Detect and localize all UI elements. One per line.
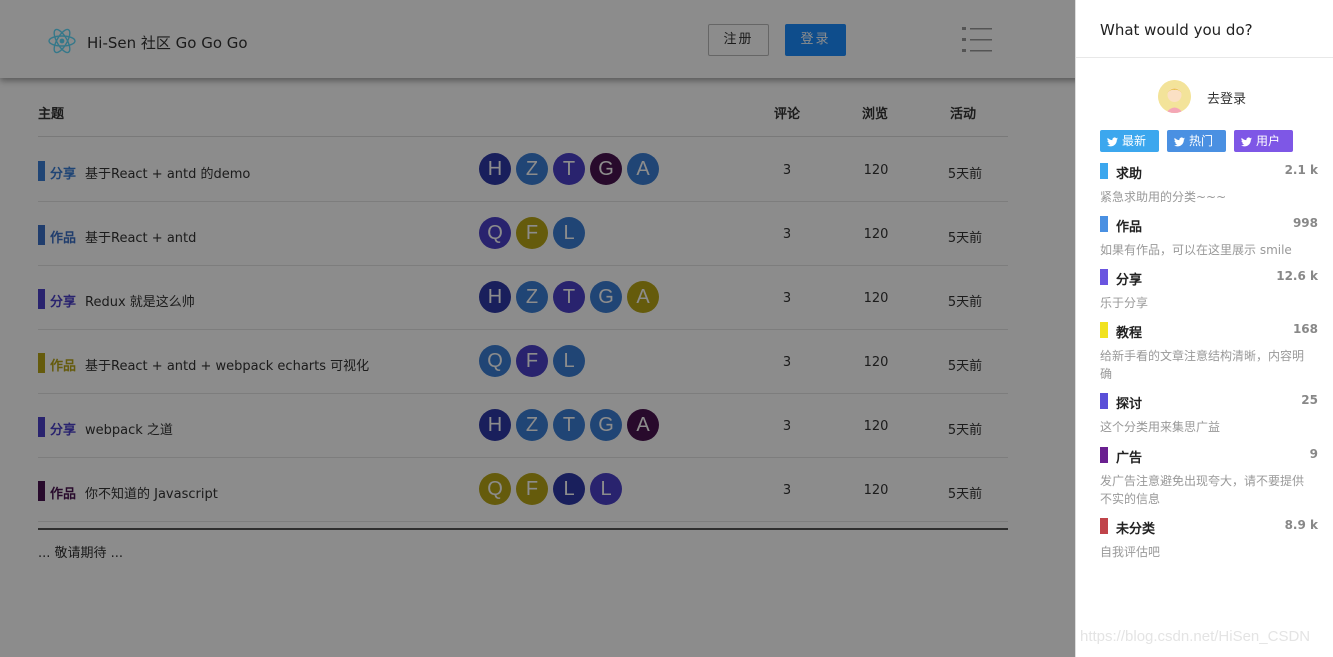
go-login-link[interactable]: 去登录: [1207, 88, 1246, 107]
category-description: 如果有作品，可以在这里展示 smile: [1100, 243, 1292, 257]
category-item[interactable]: 作品 998 如果有作品，可以在这里展示 smile: [1100, 216, 1318, 259]
category-description: 给新手看的文章注意结构清晰，内容明确: [1100, 349, 1305, 381]
category-name[interactable]: 求助: [1116, 163, 1142, 182]
drawer-mask[interactable]: [0, 0, 1075, 657]
category-name[interactable]: 广告: [1116, 447, 1142, 466]
category-color-bar: [1100, 393, 1108, 409]
category-color-bar: [1100, 269, 1108, 285]
category-name[interactable]: 分享: [1116, 269, 1142, 288]
hot-button[interactable]: 热门: [1167, 130, 1226, 152]
side-drawer: What would you do? 去登录 最新 热门 用户 求助 2.1 k 紧…: [1075, 0, 1333, 657]
drawer-title: What would you do?: [1100, 21, 1253, 39]
category-count: 168: [1292, 322, 1318, 336]
category-item[interactable]: 未分类 8.9 k 自我评估吧: [1100, 518, 1318, 561]
category-description: 这个分类用来集思广益: [1100, 420, 1221, 434]
category-name[interactable]: 未分类: [1116, 518, 1155, 537]
category-item[interactable]: 探讨 25 这个分类用来集思广益: [1100, 393, 1318, 436]
category-color-bar: [1100, 518, 1108, 534]
category-color-bar: [1100, 163, 1108, 179]
users-label: 用户: [1256, 134, 1281, 148]
category-description: 乐于分享: [1100, 296, 1149, 310]
category-description: 紧急求助用的分类~~~: [1100, 190, 1227, 204]
category-color-bar: [1100, 447, 1108, 463]
category-name[interactable]: 探讨: [1116, 393, 1142, 412]
user-avatar-icon: [1158, 80, 1191, 113]
category-count: 998: [1292, 216, 1318, 230]
category-item[interactable]: 教程 168 给新手看的文章注意结构清晰，内容明确: [1100, 322, 1318, 383]
latest-button[interactable]: 最新: [1100, 130, 1159, 152]
category-description: 自我评估吧: [1100, 545, 1161, 559]
twitter-icon: [1107, 137, 1118, 147]
latest-label: 最新: [1122, 134, 1147, 148]
category-item[interactable]: 求助 2.1 k 紧急求助用的分类~~~: [1100, 163, 1318, 206]
category-description: 发广告注意避免出现夸大，请不要提供不实的信息: [1100, 474, 1305, 506]
hot-label: 热门: [1189, 134, 1214, 148]
category-count: 2.1 k: [1284, 163, 1318, 177]
twitter-icon: [1241, 137, 1252, 147]
category-count: 8.9 k: [1284, 518, 1318, 532]
category-item[interactable]: 分享 12.6 k 乐于分享: [1100, 269, 1318, 312]
category-count: 12.6 k: [1276, 269, 1318, 283]
category-color-bar: [1100, 216, 1108, 232]
twitter-icon: [1174, 137, 1185, 147]
category-color-bar: [1100, 322, 1108, 338]
avatar[interactable]: [1158, 80, 1191, 113]
category-name[interactable]: 作品: [1116, 216, 1142, 235]
category-name[interactable]: 教程: [1116, 322, 1142, 341]
category-item[interactable]: 广告 9 发广告注意避免出现夸大，请不要提供不实的信息: [1100, 447, 1318, 508]
category-count: 25: [1301, 393, 1318, 407]
category-count: 9: [1309, 447, 1318, 461]
watermark-text: https://blog.csdn.net/HiSen_CSDN: [1080, 628, 1311, 645]
users-button[interactable]: 用户: [1234, 130, 1293, 152]
drawer-header: What would you do?: [1076, 0, 1333, 58]
